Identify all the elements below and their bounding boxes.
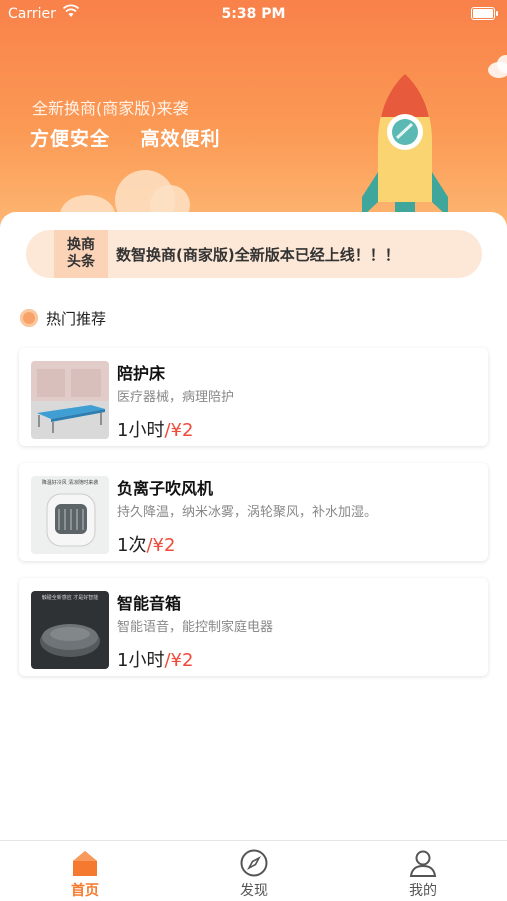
price-amount: /¥2: [164, 420, 194, 441]
news-tag-line1: 换商: [67, 237, 95, 253]
bottom-tab-bar: 首页 发现 我的: [0, 840, 507, 901]
fan-image: 降温好冷风 清凉随时来袭: [31, 476, 109, 554]
battery-icon: [471, 7, 498, 20]
speaker-image: 触碰全新感应 才是好智能: [31, 591, 109, 669]
speaker-image-caption: 触碰全新感应 才是好智能: [41, 595, 99, 601]
product-name: 陪护床: [117, 364, 166, 383]
product-desc: 持久降温，纳米冰雾，涡轮聚风，补水加湿。: [117, 505, 378, 520]
price-unit: 1小时: [117, 650, 165, 671]
user-icon: [409, 850, 437, 877]
price-amount: /¥2: [164, 650, 194, 671]
tab-label: 首页: [71, 883, 99, 899]
rocket-illustration: [362, 74, 448, 220]
fan-image-illustration: [46, 493, 96, 547]
product-desc: 医疗器械，病理陪护: [117, 390, 235, 405]
status-time: 5:38 PM: [221, 6, 286, 22]
bed-image-illustration: [31, 361, 109, 439]
fire-badge-icon: [20, 309, 38, 327]
product-card-fan[interactable]: 降温好冷风 清凉随时来袭 负离子吹风机 持久降温，纳米冰雾，涡轮聚风，补水加湿。…: [19, 463, 488, 561]
tab-label: 我的: [409, 883, 437, 899]
news-headline[interactable]: 数智换商(商家版)全新版本已经上线！！！: [116, 244, 400, 265]
product-price: 1次/¥2: [117, 531, 175, 557]
compass-icon: [240, 849, 268, 877]
header-banner: Carrier 5:38 PM 全新换商(商家版)来袭 方便安全 高效便利: [0, 0, 507, 240]
tab-discover[interactable]: 发现: [194, 841, 314, 901]
price-amount: /¥2: [146, 535, 176, 556]
product-card-bed[interactable]: 陪护床 医疗器械，病理陪护 1小时/¥2: [19, 348, 488, 446]
banner-title: 方便安全 高效便利: [30, 128, 221, 150]
product-name: 负离子吹风机: [117, 479, 214, 498]
status-bar: Carrier 5:38 PM: [0, 0, 507, 28]
product-price: 1小时/¥2: [117, 416, 193, 442]
product-card-speaker[interactable]: 触碰全新感应 才是好智能 智能音箱 智能语音，能控制家庭电器 1小时/¥2: [19, 578, 488, 676]
banner-subtitle: 全新换商(商家版)来袭: [32, 99, 189, 118]
news-tag: 换商 头条: [54, 230, 108, 278]
home-icon: [73, 851, 97, 876]
product-price: 1小时/¥2: [117, 646, 193, 672]
tab-mine[interactable]: 我的: [363, 841, 483, 901]
price-unit: 1次: [117, 535, 147, 556]
hot-section-title: 热门推荐: [46, 309, 107, 328]
news-tag-line2: 头条: [67, 254, 95, 270]
product-desc: 智能语音，能控制家庭电器: [117, 620, 274, 635]
bed-image: [31, 361, 109, 439]
price-unit: 1小时: [117, 420, 165, 441]
speaker-image-illustration: [40, 624, 100, 657]
hot-section-header: 热门推荐: [20, 306, 106, 330]
fan-image-caption: 降温好冷风 清凉随时来袭: [41, 480, 99, 486]
product-name: 智能音箱: [117, 594, 182, 613]
tab-home[interactable]: 首页: [25, 841, 145, 901]
tab-label: 发现: [240, 883, 268, 899]
news-ticker[interactable]: 换商 头条 数智换商(商家版)全新版本已经上线！！！: [26, 230, 482, 278]
